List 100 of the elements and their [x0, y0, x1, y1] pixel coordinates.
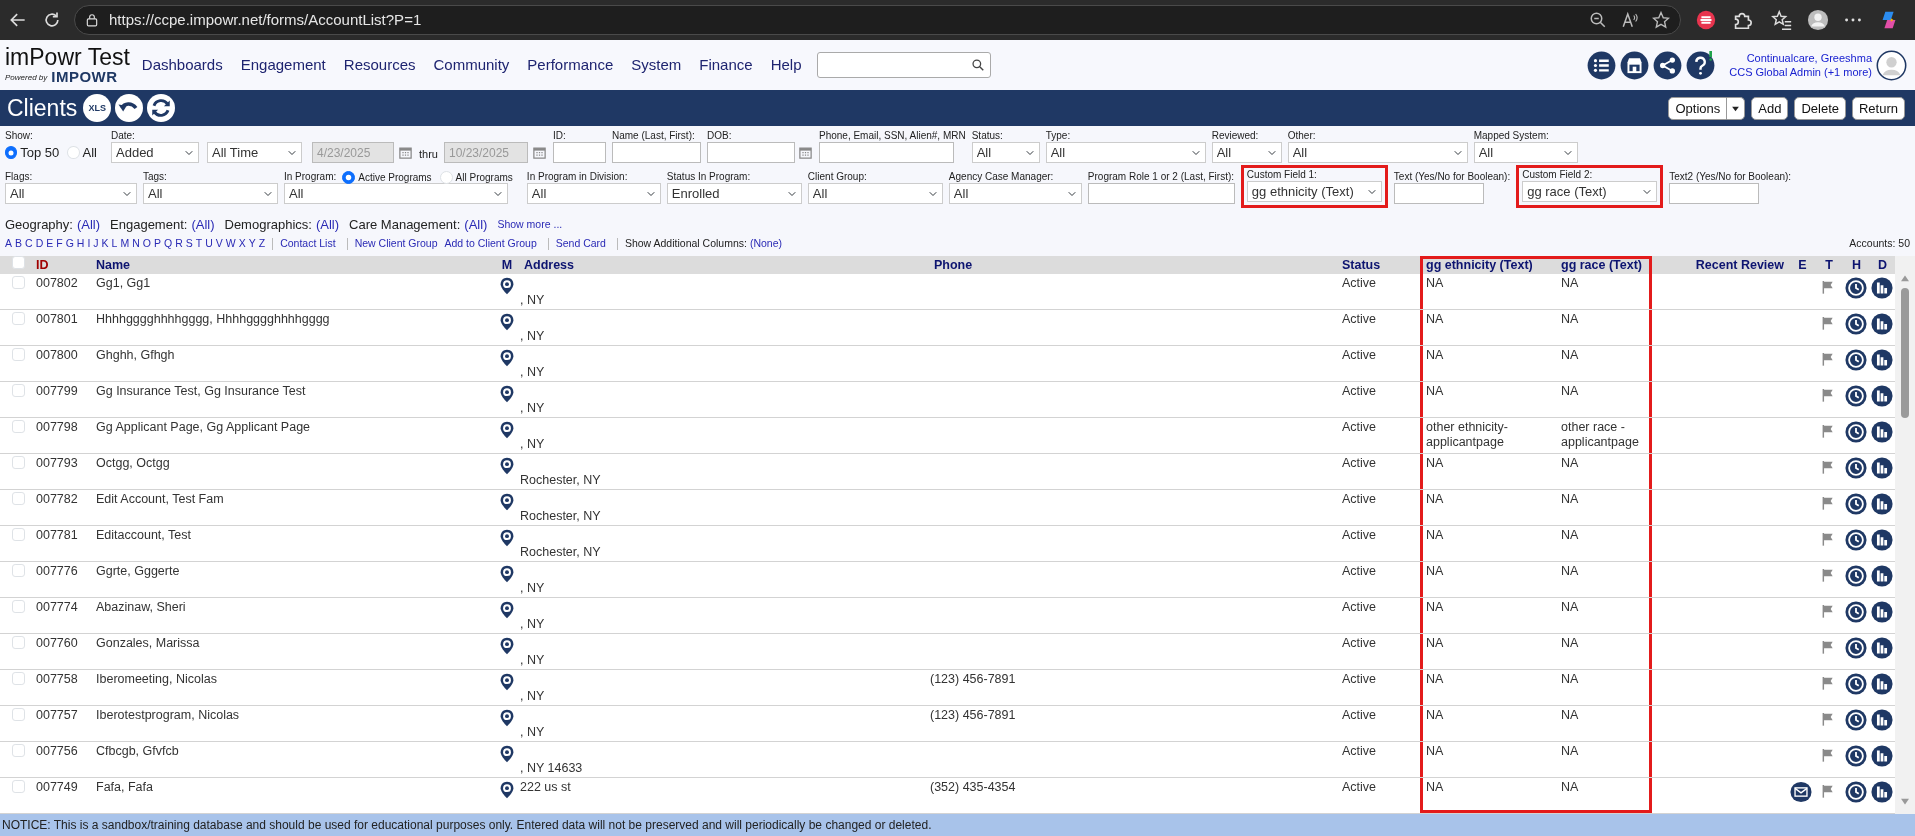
letter-link[interactable]: A	[5, 236, 12, 252]
letter-link[interactable]: V	[215, 236, 223, 252]
column-header[interactable]: T	[1815, 256, 1843, 274]
extension-icon[interactable]	[1695, 9, 1717, 31]
chart-icon[interactable]	[1871, 781, 1893, 803]
row-checkbox[interactable]	[12, 672, 25, 685]
map-pin-icon[interactable]	[498, 708, 516, 728]
letter-link[interactable]: E	[46, 236, 54, 252]
letter-link[interactable]: B	[15, 236, 23, 252]
toolbar-button[interactable]: Return	[1851, 96, 1905, 120]
clock-icon[interactable]	[1845, 745, 1867, 767]
toolbar-button[interactable]: Delete	[1794, 96, 1846, 120]
table-cell[interactable]: Ghghh, Gfhgh	[90, 346, 496, 382]
help-icon[interactable]	[1686, 50, 1716, 80]
select-all-checkbox[interactable]	[12, 256, 25, 269]
dropdown-field[interactable]: All	[971, 142, 1040, 163]
additional-columns-link[interactable]: (None)	[749, 236, 783, 252]
chart-icon[interactable]	[1871, 745, 1893, 767]
refresh-icon[interactable]	[147, 94, 176, 122]
show-more-link[interactable]: Show more ...	[497, 217, 563, 233]
column-header[interactable]: M	[496, 256, 518, 274]
chart-icon[interactable]	[1871, 601, 1893, 623]
nav-link-item[interactable]: System	[631, 53, 682, 77]
map-pin-icon[interactable]	[498, 564, 516, 584]
favorites-icon[interactable]	[1771, 9, 1793, 31]
row-checkbox[interactable]	[12, 384, 25, 397]
letter-link[interactable]: L	[111, 236, 118, 252]
row-checkbox[interactable]	[12, 600, 25, 613]
nav-link-item[interactable]: Help	[770, 53, 802, 77]
nav-link-item[interactable]: Engagement	[240, 53, 326, 77]
chart-icon[interactable]	[1871, 349, 1893, 371]
dropdown-field[interactable]: All	[1287, 142, 1468, 163]
clock-icon[interactable]	[1845, 781, 1867, 803]
dropdown-field[interactable]: All	[1473, 142, 1578, 163]
chart-icon[interactable]	[1871, 493, 1893, 515]
letter-link[interactable]: M	[120, 236, 130, 252]
chart-icon[interactable]	[1871, 529, 1893, 551]
map-pin-icon[interactable]	[498, 780, 516, 800]
letter-link[interactable]: U	[205, 236, 213, 252]
table-cell[interactable]: Gg1, Gg1	[90, 274, 496, 310]
clock-icon[interactable]	[1845, 529, 1867, 551]
lock-icon[interactable]	[85, 13, 99, 27]
chart-icon[interactable]	[1871, 457, 1893, 479]
clock-icon[interactable]	[1845, 601, 1867, 623]
table-cell[interactable]: Gonzales, Marissa	[90, 634, 496, 670]
row-checkbox[interactable]	[12, 492, 25, 505]
input-field[interactable]	[611, 142, 701, 163]
scroll-thumb[interactable]	[1901, 288, 1909, 418]
map-pin-icon[interactable]	[498, 672, 516, 692]
row-checkbox[interactable]	[12, 312, 25, 325]
letter-link[interactable]: P	[153, 236, 161, 252]
letter-link[interactable]: W	[225, 236, 236, 252]
star-icon[interactable]	[1652, 11, 1670, 29]
table-cell[interactable]: Gg Applicant Page, Gg Applicant Page	[90, 418, 496, 454]
input-field[interactable]	[818, 142, 954, 163]
chart-icon[interactable]	[1871, 313, 1893, 335]
calendar-icon[interactable]	[398, 145, 413, 160]
envelope-icon[interactable]	[1790, 781, 1812, 803]
clock-icon[interactable]	[1845, 673, 1867, 695]
input-field[interactable]	[1669, 183, 1760, 204]
clock-icon[interactable]	[1845, 457, 1867, 479]
toolbar-button[interactable]: Add	[1751, 96, 1789, 120]
clock-icon[interactable]	[1845, 277, 1867, 299]
row-checkbox[interactable]	[12, 780, 25, 793]
chart-icon[interactable]	[1871, 673, 1893, 695]
dropdown-field[interactable]: All	[1045, 142, 1206, 163]
letter-link[interactable]: K	[101, 236, 109, 252]
table-cell[interactable]: Iberotestprogram, Nicolas	[90, 706, 496, 742]
letter-link[interactable]: Q	[164, 236, 173, 252]
input-field[interactable]	[1087, 183, 1235, 204]
input-field[interactable]	[706, 142, 795, 163]
letter-link[interactable]: G	[65, 236, 74, 252]
chart-icon[interactable]	[1871, 637, 1893, 659]
column-header[interactable]: ID	[30, 256, 90, 274]
nav-link-item[interactable]: Community	[433, 53, 510, 77]
map-pin-icon[interactable]	[498, 744, 516, 764]
clock-icon[interactable]	[1845, 385, 1867, 407]
map-pin-icon[interactable]	[498, 276, 516, 296]
table-cell[interactable]: Octgg, Octgg	[90, 454, 496, 490]
filter-link[interactable]: New Client Group	[354, 236, 438, 252]
table-cell[interactable]: Hhhhgggghhhhgggg, Hhhhgggghhhhgggg	[90, 310, 496, 346]
clock-icon[interactable]	[1845, 313, 1867, 335]
dropdown-field[interactable]: All	[807, 183, 943, 204]
letter-link[interactable]: Y	[248, 236, 256, 252]
letter-link[interactable]: S	[185, 236, 193, 252]
zoom-out-icon[interactable]	[1589, 11, 1607, 29]
clock-icon[interactable]	[1845, 565, 1867, 587]
clock-icon[interactable]	[1845, 709, 1867, 731]
column-header[interactable]: gg race (Text)	[1555, 256, 1652, 274]
dropdown-field[interactable]: Enrolled	[666, 183, 802, 204]
table-cell[interactable]: Ggrte, Gggerte	[90, 562, 496, 598]
row-checkbox[interactable]	[12, 564, 25, 577]
chart-icon[interactable]	[1871, 277, 1893, 299]
letter-link[interactable]: R	[175, 236, 183, 252]
letter-link[interactable]: X	[238, 236, 246, 252]
letter-link[interactable]: H	[76, 236, 85, 252]
map-pin-icon[interactable]	[498, 420, 516, 440]
clock-icon[interactable]	[1845, 421, 1867, 443]
search-field[interactable]	[817, 52, 992, 78]
dropdown-toggle-button[interactable]	[1727, 96, 1746, 120]
